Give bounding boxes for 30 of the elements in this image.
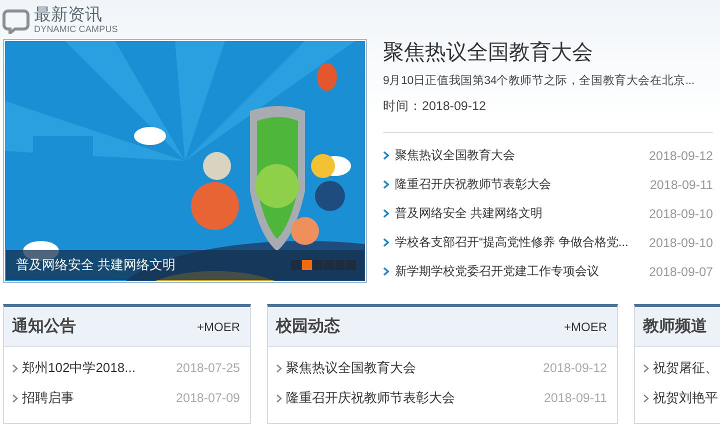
- section-title: 最新资讯: [34, 6, 103, 24]
- panel-title: 校园动态: [276, 316, 340, 337]
- more-link[interactable]: +MOER: [564, 320, 607, 334]
- headline-summary: 9月10日正值我国第34个教师节之际，全国教育大会在北京...: [383, 73, 694, 88]
- news-date: 2018-09-12: [649, 148, 713, 162]
- panel-title: 通知公告: [12, 316, 76, 337]
- panel-date: 2018-07-09: [176, 391, 240, 405]
- panel-date: 2018-09-11: [544, 391, 607, 405]
- section-subtitle: DYNAMIC CAMPUS: [34, 24, 118, 35]
- news-link[interactable]: 聚焦热议全国教育大会: [395, 147, 515, 164]
- more-link[interactable]: +MOER: [196, 320, 240, 334]
- news-link[interactable]: 隆重召开庆祝教师节表彰大会: [395, 176, 551, 193]
- news-date: 2018-09-11: [650, 178, 713, 192]
- panel-date: 2018-09-12: [543, 361, 607, 375]
- news-date: 2018-09-10: [649, 236, 713, 250]
- panel-link[interactable]: 隆重召开庆祝教师节表彰大会: [286, 389, 455, 407]
- news-link[interactable]: 学校各支部召开“提高党性修养 争做合格党...: [395, 234, 628, 251]
- headline-title[interactable]: 聚焦热议全国教育大会: [383, 39, 713, 66]
- news-date: 2018-09-10: [649, 206, 713, 220]
- panel-date: 2018-07-25: [176, 361, 240, 375]
- panel-title: 教师频道: [643, 316, 707, 337]
- news-link[interactable]: 新学期学校党委召开党建工作专项会议: [395, 263, 599, 280]
- news-link[interactable]: 普及网络安全 共建网络文明: [395, 205, 542, 222]
- panel-link[interactable]: 祝贺屠征、: [653, 359, 718, 377]
- panel-link[interactable]: 祝贺刘艳平: [653, 389, 718, 407]
- panel-link[interactable]: 招聘启事: [22, 389, 74, 407]
- headline-time: 时间：2018-09-12: [383, 98, 487, 115]
- panel-link[interactable]: 郑州102中学2018...: [22, 359, 136, 377]
- news-date: 2018-09-07: [649, 264, 713, 278]
- panel-link[interactable]: 聚焦热议全国教育大会: [286, 359, 416, 377]
